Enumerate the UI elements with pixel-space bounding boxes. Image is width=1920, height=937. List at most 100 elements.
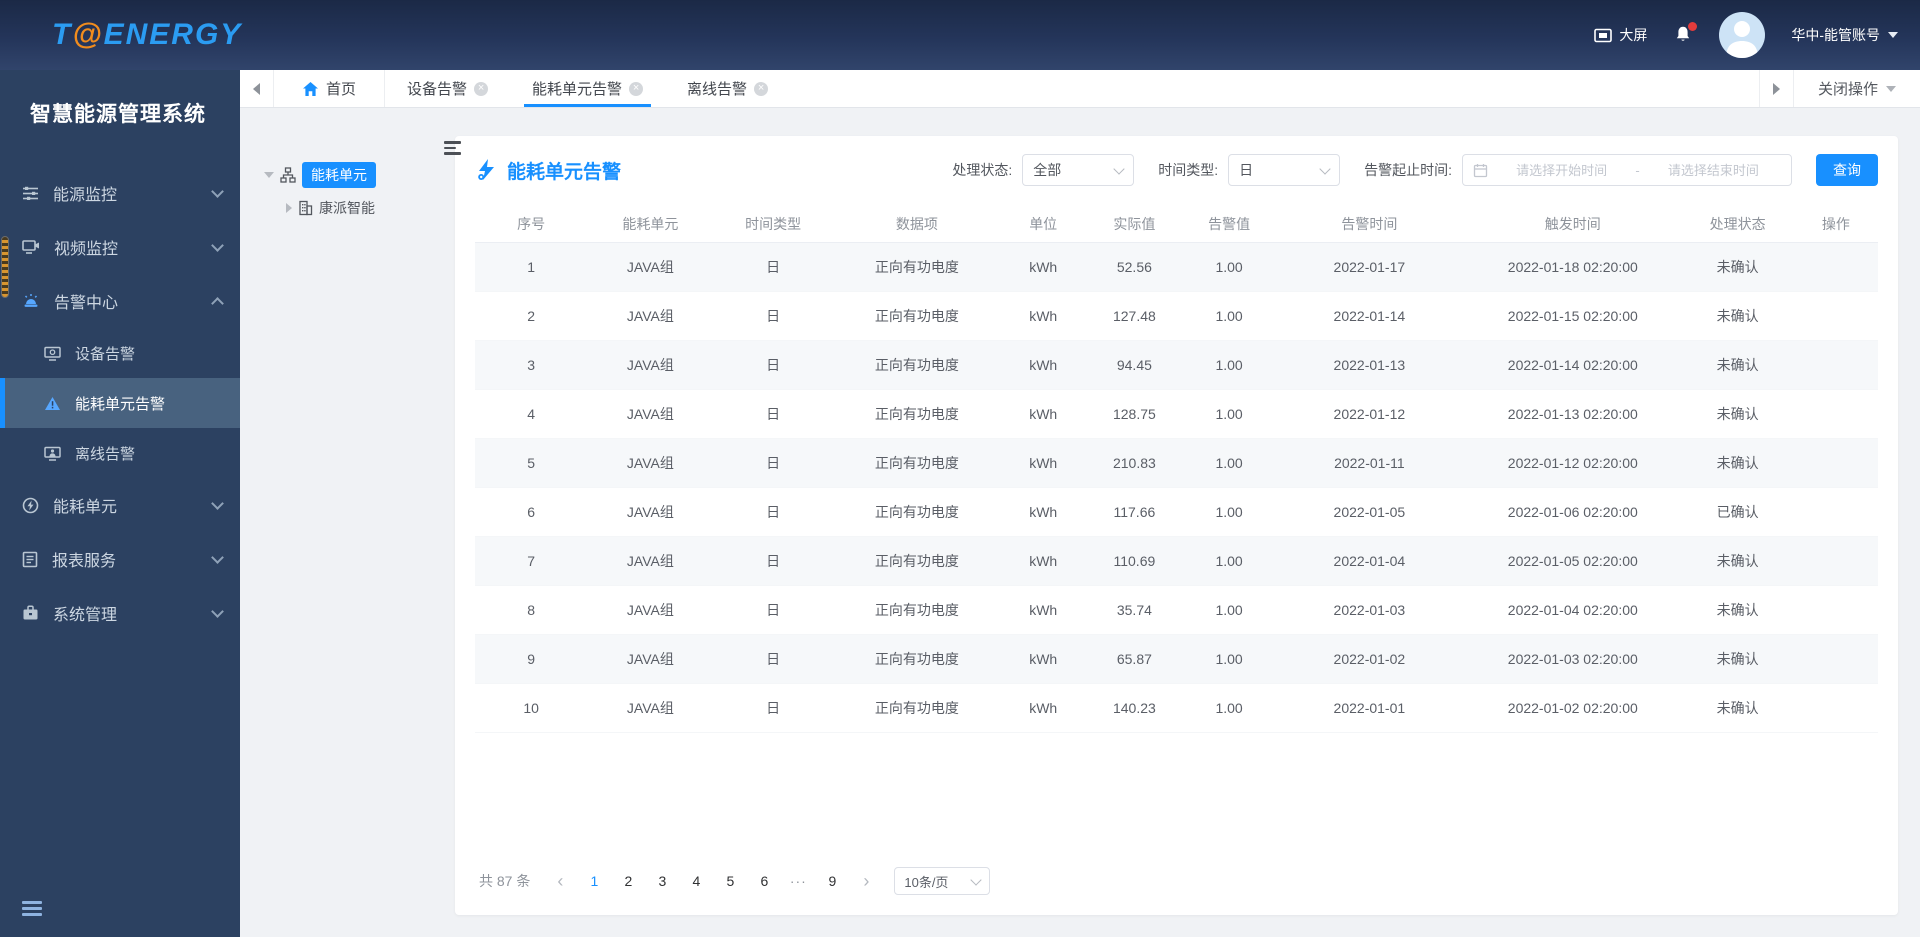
table-row: 5 JAVA组日正向有功电度 kWh 210.83 1.00 2022-01-11 2022…: [475, 438, 1878, 488]
pagination: 共 87 条 ‹ 1 2 3 4 5 6 ··· 9 › 10条/页: [475, 861, 1878, 899]
pagination-page-button[interactable]: 3: [648, 867, 676, 895]
table-cell: 2022-01-13 02:20:00: [1464, 389, 1682, 439]
pagination-ellipsis[interactable]: ···: [784, 867, 812, 895]
table-cell: 1.00: [1183, 634, 1275, 684]
pagination-page-button[interactable]: 9: [818, 867, 846, 895]
system-title: 智慧能源管理系统: [30, 103, 206, 126]
chevron-up-icon: [211, 296, 224, 310]
column-header: 实际值: [1085, 206, 1184, 243]
table-cell: 1: [475, 242, 588, 292]
sidebar-item-energy-monitor[interactable]: 能源监控: [0, 166, 240, 220]
close-icon[interactable]: ×: [629, 81, 644, 96]
table-cell: 正向有功电度: [832, 634, 1002, 684]
big-screen-button[interactable]: 大屏: [1594, 25, 1647, 45]
table-cell: 2022-01-06 02:20:00: [1464, 487, 1682, 537]
table-cell: 2022-01-05: [1274, 487, 1465, 537]
sidebar-item-report-service[interactable]: 报表服务: [0, 532, 240, 586]
date-range-label: 告警起止时间:: [1364, 162, 1452, 178]
sidebar-item-label: 告警中心: [54, 295, 119, 312]
tab-scroll-right-button[interactable]: [1758, 70, 1793, 107]
app-logo: T@ENERGY: [52, 18, 242, 52]
page-title: 能耗单元告警: [507, 161, 622, 183]
tab-device-alarm[interactable]: 设备告警 ×: [385, 70, 510, 107]
table-cell: 2022-01-14 02:20:00: [1464, 340, 1682, 390]
table-cell: JAVA组: [587, 389, 714, 439]
table-cell: kWh: [1001, 242, 1086, 292]
time-type-select[interactable]: 日: [1228, 154, 1341, 186]
column-header: 序号: [475, 206, 588, 243]
sidebar-item-device-alarm[interactable]: 设备告警: [0, 328, 240, 378]
column-header: 告警值: [1183, 206, 1275, 243]
time-type-filter-label: 时间类型:: [1158, 162, 1219, 178]
sidebar-item-alarm-center[interactable]: 告警中心: [0, 274, 240, 328]
pagination-page-button[interactable]: 4: [682, 867, 710, 895]
tree-node-label-selected[interactable]: 能耗单元: [302, 162, 376, 188]
close-operations-menu[interactable]: 关闭操作: [1792, 70, 1920, 107]
sidebar-item-offline-alarm[interactable]: 离线告警: [0, 428, 240, 478]
date-range-picker[interactable]: -: [1462, 154, 1792, 186]
status-select[interactable]: 全部: [1022, 154, 1135, 186]
table-cell: 110.69: [1085, 536, 1184, 586]
tab-home[interactable]: 首页: [274, 70, 386, 107]
tree-expand-icon[interactable]: [264, 172, 274, 178]
table-cell: 1.00: [1183, 585, 1275, 635]
table-cell: 1.00: [1183, 242, 1275, 292]
pagination-page-button[interactable]: 2: [614, 867, 642, 895]
column-header: 时间类型: [713, 206, 833, 243]
close-icon[interactable]: ×: [754, 81, 769, 96]
search-button[interactable]: 查询: [1816, 154, 1878, 186]
table-header: 序号 能耗单元 时间类型 数据项 单位 实际值 告警值 告警时间 触发时间 处理…: [475, 206, 1878, 243]
table-cell: 140.23: [1085, 683, 1184, 733]
pagination-page-button[interactable]: 1: [580, 867, 608, 895]
alarm-center-icon: [22, 293, 40, 309]
sidebar-item-label: 视频监控: [54, 241, 119, 258]
table-cell: 52.56: [1085, 242, 1184, 292]
table-cell: 正向有功电度: [832, 291, 1002, 341]
calendar-icon: [1473, 163, 1488, 178]
table-cell: 正向有功电度: [832, 340, 1002, 390]
sidebar-item-system-management[interactable]: 系统管理: [0, 586, 240, 640]
tree-node-label[interactable]: 康派智能: [319, 198, 375, 218]
table-cell: 10: [475, 683, 588, 733]
table-cell: 2022-01-03: [1274, 585, 1465, 635]
sidebar-item-energy-unit[interactable]: 能耗单元: [0, 478, 240, 532]
table-cell: 4: [475, 389, 588, 439]
page-size-select[interactable]: 10条/页: [894, 867, 991, 895]
tab-energy-unit-alarm[interactable]: 能耗单元告警 ×: [510, 70, 665, 107]
table-cell: 正向有功电度: [832, 683, 1002, 733]
table-cell: 日: [713, 242, 833, 292]
table-cell: 未确认: [1681, 340, 1794, 390]
sidebar-item-energy-unit-alarm[interactable]: 能耗单元告警: [0, 378, 240, 428]
org-tree-icon: [280, 167, 296, 183]
pagination-page-button[interactable]: 6: [750, 867, 778, 895]
table-cell: 正向有功电度: [832, 536, 1002, 586]
table-cell: 65.87: [1085, 634, 1184, 684]
pagination-page-button[interactable]: 5: [716, 867, 744, 895]
table-row: 4 JAVA组日正向有功电度 kWh 128.75 1.00 2022-01-12 2022…: [475, 389, 1878, 439]
table-cell: [1793, 634, 1878, 684]
notification-bell-button[interactable]: [1673, 22, 1698, 45]
sidebar-item-video-monitor[interactable]: 视频监控: [0, 220, 240, 274]
account-menu[interactable]: 华中-能管账号: [1791, 25, 1898, 45]
tab-offline-alarm[interactable]: 离线告警 ×: [665, 70, 790, 107]
tree-node-root[interactable]: 能耗单元: [240, 162, 455, 188]
tab-label: 首页: [326, 81, 357, 98]
sidebar-collapse-button[interactable]: [22, 898, 42, 920]
table-cell: 2022-01-04 02:20:00: [1464, 585, 1682, 635]
arrow-left-icon: [253, 82, 260, 95]
system-management-icon: [22, 605, 39, 621]
sidebar-item-label: 能耗单元告警: [75, 395, 166, 413]
table-cell: JAVA组: [587, 683, 714, 733]
pagination-prev-button[interactable]: ‹: [546, 867, 574, 895]
tree-node-company[interactable]: 康派智能: [240, 198, 455, 218]
user-avatar[interactable]: [1719, 12, 1766, 58]
tree-collapse-button[interactable]: [444, 138, 461, 158]
tree-expand-icon[interactable]: [286, 203, 292, 213]
table-cell: 日: [713, 340, 833, 390]
end-date-input[interactable]: [1645, 162, 1781, 178]
tab-scroll-left-button[interactable]: [240, 70, 274, 107]
pagination-next-button[interactable]: ›: [852, 867, 880, 895]
start-date-input[interactable]: [1494, 162, 1630, 178]
table-cell: [1793, 291, 1878, 341]
close-icon[interactable]: ×: [474, 81, 489, 96]
